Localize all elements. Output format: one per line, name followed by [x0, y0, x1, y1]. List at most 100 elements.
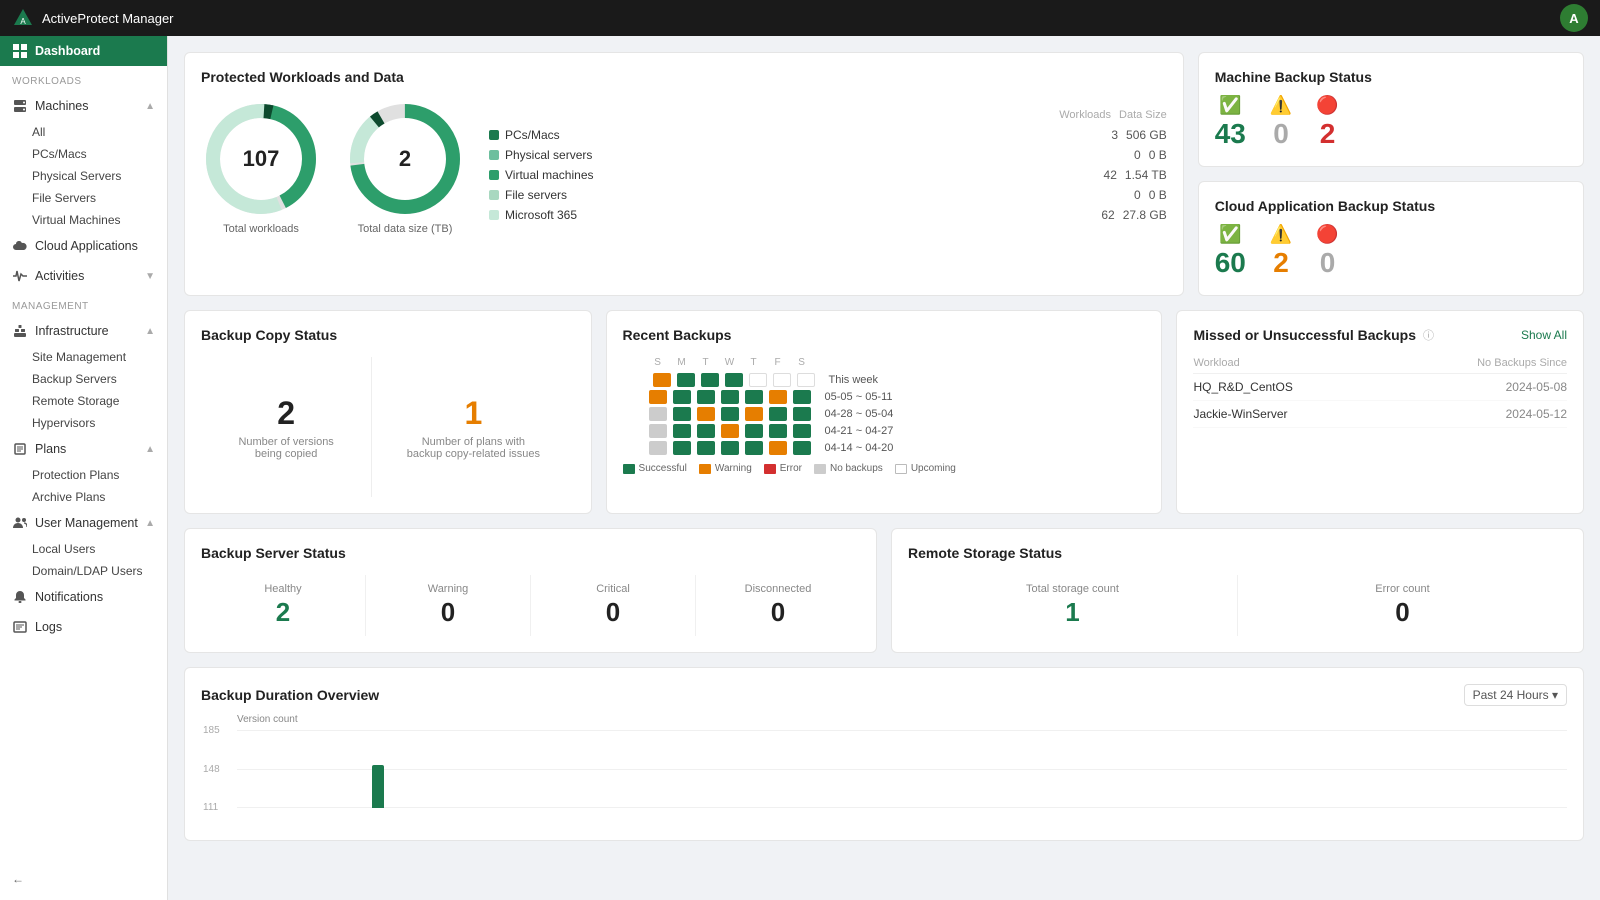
card-cloud-backup-status: Cloud Application Backup Status ✅ 60 ⚠️ …	[1198, 181, 1584, 296]
backup-copy-versions: 2 Number of versions being copied	[201, 357, 372, 497]
week-2-label-text: 04-28 ~ 05-04	[825, 408, 894, 420]
sidebar-item-notifications[interactable]: Notifications	[0, 582, 167, 612]
dot-4-6	[793, 441, 811, 455]
warning-num: 0	[441, 597, 455, 628]
week-3-label-text: 04-21 ~ 04-27	[825, 425, 894, 437]
card-protected-workloads: Protected Workloads and Data	[184, 52, 1184, 296]
donut-data-center: 2	[399, 146, 411, 172]
dot-0-0	[653, 373, 671, 387]
missed-workload-0: HQ_R&D_CentOS	[1193, 374, 1389, 401]
protected-workloads-title: Protected Workloads and Data	[201, 69, 1167, 85]
card-backup-copy: Backup Copy Status 2 Number of versions …	[184, 310, 592, 514]
dot-2-1	[673, 407, 691, 421]
topbar: A ActiveProtect Manager A	[0, 0, 1600, 36]
sidebar-item-physical-servers[interactable]: Physical Servers	[0, 165, 167, 187]
sidebar-item-pcs-macs[interactable]: PCs/Macs	[0, 143, 167, 165]
sidebar-item-dashboard[interactable]: Dashboard	[0, 36, 167, 66]
legend-upcoming-box	[895, 464, 907, 474]
dot-4-4	[745, 441, 763, 455]
sidebar-item-all[interactable]: All	[0, 121, 167, 143]
dot-3-0	[649, 424, 667, 438]
legend-name-vm: Virtual machines	[489, 168, 1096, 182]
sidebar-item-site-management[interactable]: Site Management	[0, 346, 167, 368]
sidebar-item-cloud-applications[interactable]: Cloud Applications	[0, 231, 167, 261]
sidebar-item-hypervisors[interactable]: Hypervisors	[0, 412, 167, 434]
info-icon[interactable]: ⓘ	[1423, 327, 1434, 343]
recent-week-1: 05-05 ~ 05-11	[623, 390, 1146, 404]
legend-no-backups-box	[814, 464, 826, 474]
y-label-111: 111	[203, 802, 218, 813]
donut-data-svg: 2	[345, 99, 465, 219]
donut-workloads-center: 107	[243, 146, 280, 172]
sidebar-item-plans[interactable]: Plans ▲	[0, 434, 167, 464]
card-backup-duration: Backup Duration Overview Past 24 Hours ▾…	[184, 667, 1584, 841]
show-all-link[interactable]: Show All	[1521, 328, 1567, 342]
storage-total: Total storage count 1	[908, 575, 1238, 636]
sidebar-item-file-servers[interactable]: File Servers	[0, 187, 167, 209]
duration-filter-button[interactable]: Past 24 Hours ▾	[1464, 684, 1567, 706]
server-warning: Warning 0	[366, 575, 531, 636]
card-remote-storage-status: Remote Storage Status Total storage coun…	[891, 528, 1584, 653]
sidebar-item-archive-plans[interactable]: Archive Plans	[0, 486, 167, 508]
server-critical: Critical 0	[531, 575, 696, 636]
sidebar-item-protection-plans[interactable]: Protection Plans	[0, 464, 167, 486]
donut-workloads-svg: 107	[201, 99, 321, 219]
sidebar-notifications-label: Notifications	[35, 590, 103, 604]
legend-dot-file	[489, 190, 499, 200]
bell-icon	[12, 589, 28, 605]
card-backup-server-status: Backup Server Status Healthy 2 Warning 0…	[184, 528, 877, 653]
recent-week-0: This week	[623, 373, 1146, 387]
dot-1-6	[793, 390, 811, 404]
sidebar-item-remote-storage[interactable]: Remote Storage	[0, 390, 167, 412]
workloads-content: 107 Total workloads	[201, 99, 1167, 235]
collapse-arrow-icon: ←	[12, 872, 24, 886]
sidebar-item-backup-servers[interactable]: Backup Servers	[0, 368, 167, 390]
sidebar-item-user-management[interactable]: User Management ▲	[0, 508, 167, 538]
sidebar-item-label: Dashboard	[35, 44, 100, 58]
legend-col-workloads: Workloads	[1059, 109, 1111, 121]
dot-0-3	[725, 373, 743, 387]
workloads-legend: Workloads Data Size PCs/Macs 3 506 GB Ph…	[489, 109, 1167, 225]
sidebar-collapse-button[interactable]: ←	[12, 866, 155, 892]
legend-val-file-w: 0	[1134, 188, 1141, 202]
dot-2-3	[721, 407, 739, 421]
dot-3-3	[721, 424, 739, 438]
svg-text:A: A	[20, 17, 26, 26]
week-1-label-text: 05-05 ~ 05-11	[825, 391, 893, 403]
machine-status-ok: ✅ 43	[1215, 95, 1246, 150]
dot-1-0	[649, 390, 667, 404]
sidebar-item-infrastructure[interactable]: Infrastructure ▲	[0, 316, 167, 346]
missed-col-since: No Backups Since	[1390, 353, 1567, 374]
error-icon: 🔴	[1316, 95, 1338, 116]
card-recent-backups: Recent Backups S M T W T F S	[606, 310, 1163, 514]
versions-desc: Number of versions being copied	[226, 436, 346, 460]
legend-col-name	[489, 109, 1051, 121]
duration-title: Backup Duration Overview	[201, 687, 379, 703]
user-avatar[interactable]: A	[1560, 4, 1588, 32]
sidebar-item-domain-ldap[interactable]: Domain/LDAP Users	[0, 560, 167, 582]
storage-error: Error count 0	[1238, 575, 1567, 636]
sidebar-item-machines[interactable]: Machines ▲	[0, 91, 167, 121]
sidebar-footer: ←	[0, 858, 167, 900]
legend-upcoming: Upcoming	[895, 463, 956, 474]
y-label-148: 148	[203, 764, 220, 775]
cloud-warning-icon: ⚠️	[1270, 224, 1292, 245]
version-count-label: Version count	[237, 714, 298, 725]
machine-error-num: 2	[1320, 118, 1336, 150]
dot-1-3	[721, 390, 739, 404]
missed-table: Workload No Backups Since HQ_R&D_CentOS …	[1193, 353, 1567, 428]
sidebar-item-virtual-machines[interactable]: Virtual Machines	[0, 209, 167, 231]
legend-header: Workloads Data Size	[489, 109, 1167, 125]
sidebar-item-activities[interactable]: Activities ▼	[0, 261, 167, 291]
legend-dot-pcs	[489, 130, 499, 140]
chart-area: Version count 185 148 111	[201, 714, 1567, 824]
sidebar-item-logs[interactable]: Logs	[0, 612, 167, 642]
sidebar-item-local-users[interactable]: Local Users	[0, 538, 167, 560]
missed-since-1: 2024-05-12	[1390, 401, 1567, 428]
machine-backup-title: Machine Backup Status	[1215, 69, 1567, 85]
dot-3-5	[769, 424, 787, 438]
dot-2-6	[793, 407, 811, 421]
cloud-status-nums: ✅ 60 ⚠️ 2 🔴 0	[1215, 224, 1567, 279]
warning-label: Warning	[428, 583, 469, 595]
backup-server-title: Backup Server Status	[201, 545, 860, 561]
